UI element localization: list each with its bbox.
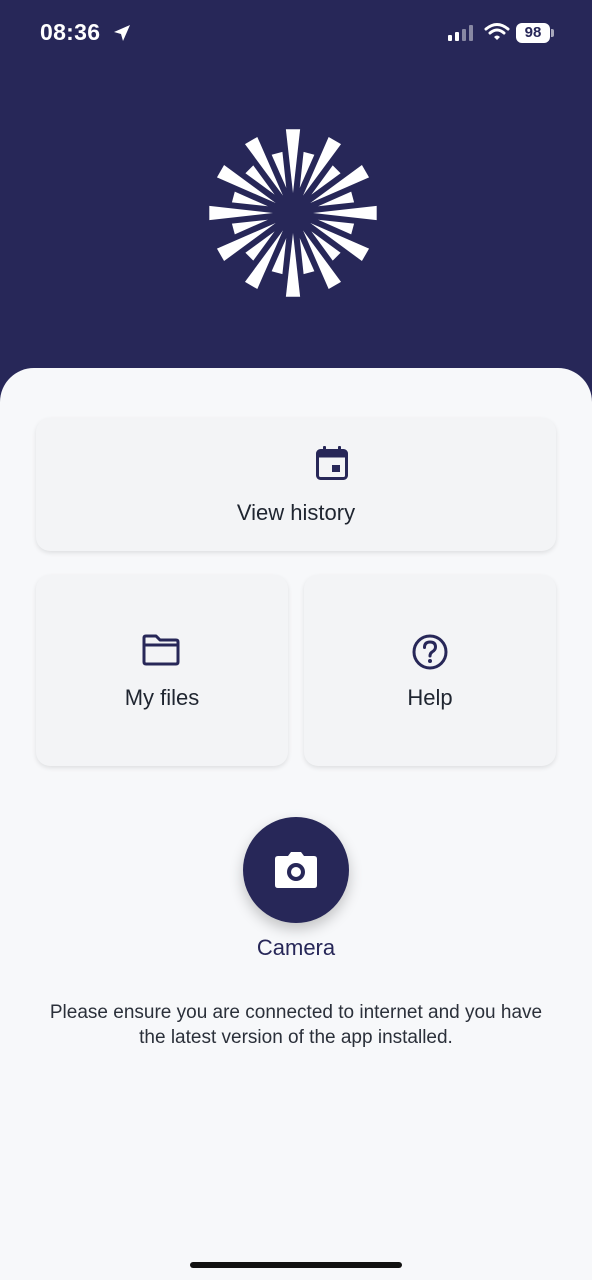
logo-ray [313, 205, 377, 221]
status-time: 08:36 [40, 19, 101, 45]
calendar-icon [316, 446, 348, 480]
wifi-icon [484, 23, 510, 40]
header-banner: 08:36 98 [0, 0, 592, 420]
camera-label: Camera [256, 935, 336, 960]
logo-ray [285, 129, 301, 193]
connectivity-notice: Please ensure you are connected to inter… [49, 1002, 543, 1048]
help-button[interactable]: Help [304, 575, 556, 766]
question-circle-icon [412, 634, 448, 670]
my-files-label: My files [124, 685, 200, 710]
location-arrow-icon [114, 25, 130, 41]
logo-ray [285, 233, 301, 297]
battery-tip [551, 29, 554, 37]
home-indicator[interactable] [190, 1262, 402, 1268]
help-label: Help [407, 685, 453, 710]
camera-button[interactable] [243, 817, 349, 923]
camera-icon [275, 852, 317, 888]
battery-indicator: 98 [516, 23, 550, 43]
folder-icon [142, 634, 180, 666]
starburst-logo [209, 129, 377, 297]
cellular-signal-icon [448, 25, 473, 41]
view-history-label: View history [236, 500, 356, 525]
logo-ray [209, 205, 273, 221]
status-bar: 08:36 98 [0, 0, 592, 66]
my-files-button[interactable]: My files [36, 575, 288, 766]
view-history-button[interactable]: View history [36, 418, 556, 551]
